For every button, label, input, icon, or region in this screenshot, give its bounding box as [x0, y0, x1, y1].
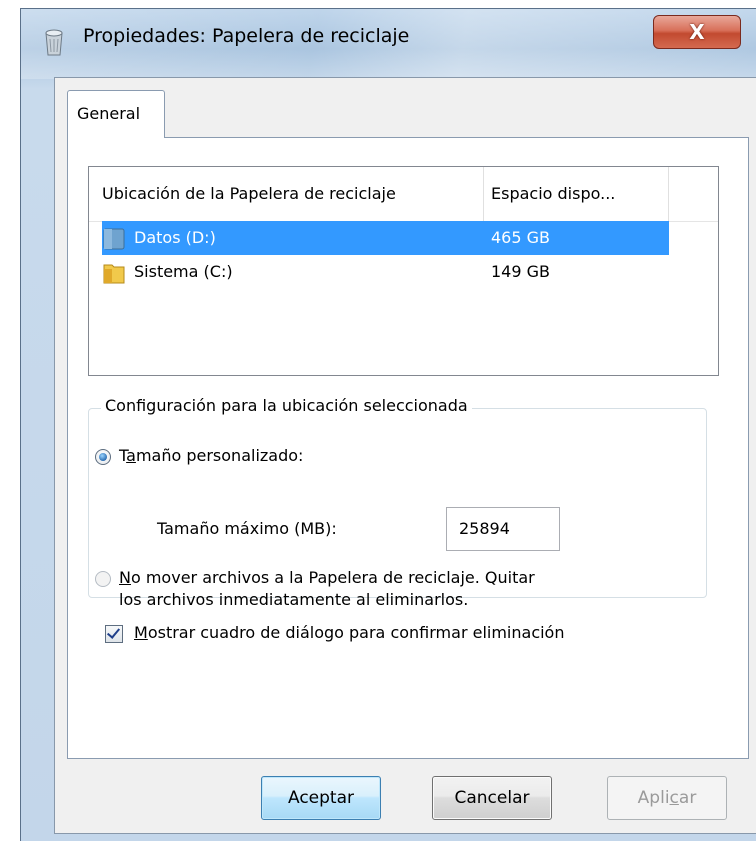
- apply-button[interactable]: Aplicar: [607, 776, 727, 820]
- custom-size-radio[interactable]: [95, 449, 111, 465]
- tab-general[interactable]: General: [67, 90, 165, 138]
- close-icon: X: [689, 20, 705, 44]
- list-item-name: Sistema (C:): [134, 262, 233, 281]
- cancel-button[interactable]: Cancelar: [432, 776, 552, 820]
- folder-icon: [103, 264, 125, 284]
- list-item-space: 465 GB: [491, 228, 550, 247]
- properties-window: Propiedades: Papelera de reciclaje X Gen…: [20, 8, 756, 841]
- close-button[interactable]: X: [653, 15, 741, 49]
- ok-button[interactable]: Aceptar: [261, 776, 381, 820]
- list-item-name: Datos (D:): [134, 228, 216, 247]
- tab-general-label: General: [77, 104, 141, 123]
- column-header-location[interactable]: Ubicación de la Papelera de reciclaje: [102, 167, 484, 221]
- drive-folder-icon: [103, 228, 125, 250]
- dialog-client-area: General Ubicación de la Papelera de reci…: [54, 77, 756, 834]
- general-tab-panel: Ubicación de la Papelera de reciclaje Es…: [67, 137, 749, 759]
- confirm-delete-label[interactable]: Mostrar cuadro de diálogo para confirmar…: [134, 623, 564, 642]
- window-title: Propiedades: Papelera de reciclaje: [83, 25, 410, 47]
- location-settings-group: Configuración para la ubicación seleccio…: [88, 396, 707, 609]
- list-item-datos[interactable]: Datos (D:) 465 GB: [102, 221, 669, 255]
- column-header-space[interactable]: Espacio dispo...: [491, 167, 669, 221]
- max-size-label: Tamaño máximo (MB):: [157, 519, 337, 538]
- list-item-sistema[interactable]: Sistema (C:) 149 GB: [102, 255, 669, 289]
- no-move-label-line1[interactable]: No mover archivos a la Papelera de recic…: [119, 568, 535, 587]
- location-list[interactable]: Ubicación de la Papelera de reciclaje Es…: [88, 166, 719, 376]
- custom-size-label[interactable]: Tamaño personalizado:: [119, 446, 303, 465]
- list-item-space: 149 GB: [491, 262, 550, 281]
- recycle-bin-icon: [45, 29, 63, 56]
- list-header: Ubicación de la Papelera de reciclaje Es…: [89, 167, 718, 222]
- max-size-input[interactable]: 25894: [446, 507, 560, 551]
- confirm-delete-checkbox[interactable]: [105, 625, 123, 643]
- no-move-label-line2: los archivos inmediatamente al eliminarl…: [119, 590, 469, 609]
- group-label: Configuración para la ubicación seleccio…: [101, 396, 472, 415]
- no-move-radio[interactable]: [95, 571, 111, 587]
